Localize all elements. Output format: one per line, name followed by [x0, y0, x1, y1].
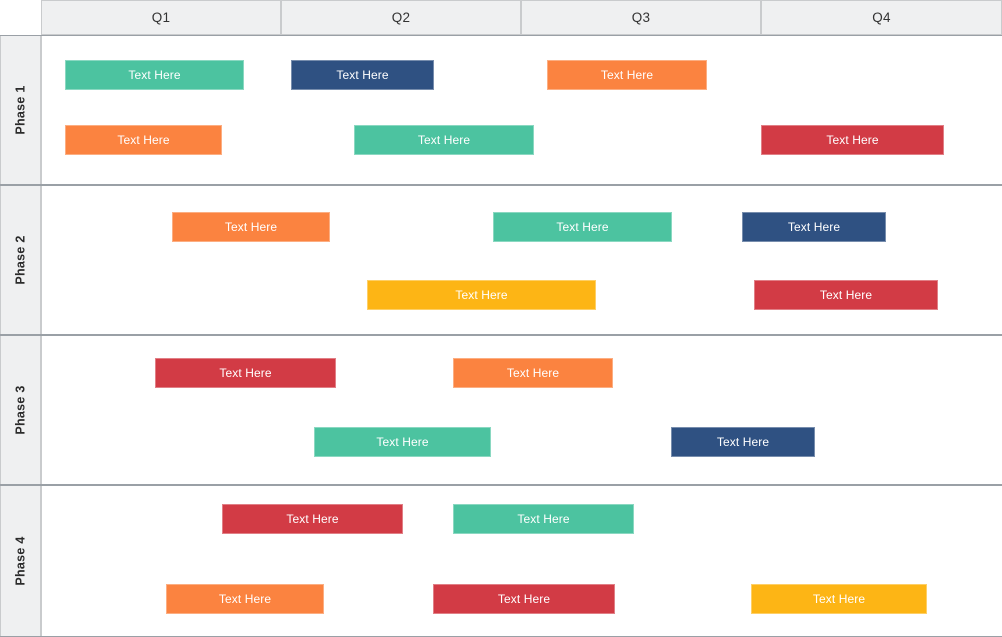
task-bar[interactable]: Text Here	[222, 504, 403, 534]
phase-label: Phase 3	[13, 385, 28, 435]
phase-label: Phase 4	[13, 536, 28, 586]
task-bar[interactable]: Text Here	[751, 584, 927, 614]
task-bar[interactable]: Text Here	[671, 427, 815, 457]
column-header-q1[interactable]: Q1	[41, 0, 281, 35]
task-bar[interactable]: Text Here	[754, 280, 938, 310]
task-bar-label: Text Here	[224, 220, 278, 234]
column-header-label: Q3	[631, 10, 651, 25]
task-bar[interactable]: Text Here	[367, 280, 596, 310]
quarter-header-row: Q1 Q2 Q3 Q4	[0, 0, 1002, 35]
phase-body-3: Text Here Text Here Text Here Text Here	[41, 336, 1002, 484]
task-bar-label: Text Here	[497, 592, 551, 606]
task-bar[interactable]: Text Here	[433, 584, 615, 614]
task-bar-label: Text Here	[128, 68, 181, 82]
task-bar[interactable]: Text Here	[453, 504, 634, 534]
header-corner-spacer	[0, 0, 41, 35]
task-bar-label: Text Here	[517, 512, 570, 526]
column-header-label: Q1	[151, 10, 171, 25]
phase-row-4: Phase 4 Text Here Text Here Text Here Text H…	[0, 485, 1002, 637]
phase-row-3: Phase 3 Text Here Text Here Text Here Text H…	[0, 335, 1002, 485]
task-bar-label: Text Here	[506, 366, 560, 380]
column-header-q2[interactable]: Q2	[281, 0, 521, 35]
task-bar-label: Text Here	[826, 133, 879, 147]
phase-label: Phase 1	[13, 85, 28, 135]
column-header-label: Q4	[872, 10, 891, 25]
task-bar[interactable]: Text Here	[493, 212, 672, 242]
phase-body-2: Text Here Text Here Text Here Text Here Text…	[41, 186, 1002, 334]
phase-label-cell-2[interactable]: Phase 2	[0, 186, 41, 334]
task-bar-label: Text Here	[455, 288, 508, 302]
task-bar-label: Text Here	[556, 220, 609, 234]
column-header-label: Q2	[391, 10, 411, 25]
column-header-q4[interactable]: Q4	[761, 0, 1002, 35]
task-bar[interactable]: Text Here	[547, 60, 707, 90]
task-bar[interactable]: Text Here	[314, 427, 491, 457]
task-bar[interactable]: Text Here	[166, 584, 324, 614]
phase-body-1: Text Here Text Here Text Here Text Here Text…	[41, 36, 1002, 184]
phase-row-1: Phase 1 Text Here Text Here Text Here Text H…	[0, 35, 1002, 185]
task-bar[interactable]: Text Here	[453, 358, 613, 388]
phase-label-cell-3[interactable]: Phase 3	[0, 336, 41, 484]
task-bar[interactable]: Text Here	[761, 125, 944, 155]
task-bar[interactable]: Text Here	[65, 125, 222, 155]
phase-body-4: Text Here Text Here Text Here Text Here Text…	[41, 486, 1002, 636]
task-bar[interactable]: Text Here	[291, 60, 434, 90]
phase-row-2: Phase 2 Text Here Text Here Text Here Text H…	[0, 185, 1002, 335]
task-bar[interactable]: Text Here	[65, 60, 244, 90]
task-bar[interactable]: Text Here	[742, 212, 886, 242]
column-header-q3[interactable]: Q3	[521, 0, 761, 35]
task-bar-label: Text Here	[819, 288, 873, 302]
gantt-timeline-chart: Q1 Q2 Q3 Q4 Phase 1 Text Here Text Here Text H…	[0, 0, 1002, 637]
task-bar-label: Text Here	[117, 133, 170, 147]
task-bar-label: Text Here	[218, 592, 272, 606]
task-bar-label: Text Here	[219, 366, 272, 380]
phase-label: Phase 2	[13, 235, 28, 285]
task-bar[interactable]: Text Here	[155, 358, 336, 388]
task-bar-label: Text Here	[600, 68, 654, 82]
task-bar-label: Text Here	[336, 68, 389, 82]
phase-label-cell-4[interactable]: Phase 4	[0, 486, 41, 636]
phase-label-cell-1[interactable]: Phase 1	[0, 36, 41, 184]
task-bar-label: Text Here	[417, 133, 471, 147]
task-bar-label: Text Here	[716, 435, 770, 449]
task-bar-label: Text Here	[787, 220, 841, 234]
task-bar-label: Text Here	[376, 435, 429, 449]
task-bar-label: Text Here	[286, 512, 339, 526]
task-bar[interactable]: Text Here	[354, 125, 534, 155]
task-bar[interactable]: Text Here	[172, 212, 330, 242]
task-bar-label: Text Here	[812, 592, 866, 606]
